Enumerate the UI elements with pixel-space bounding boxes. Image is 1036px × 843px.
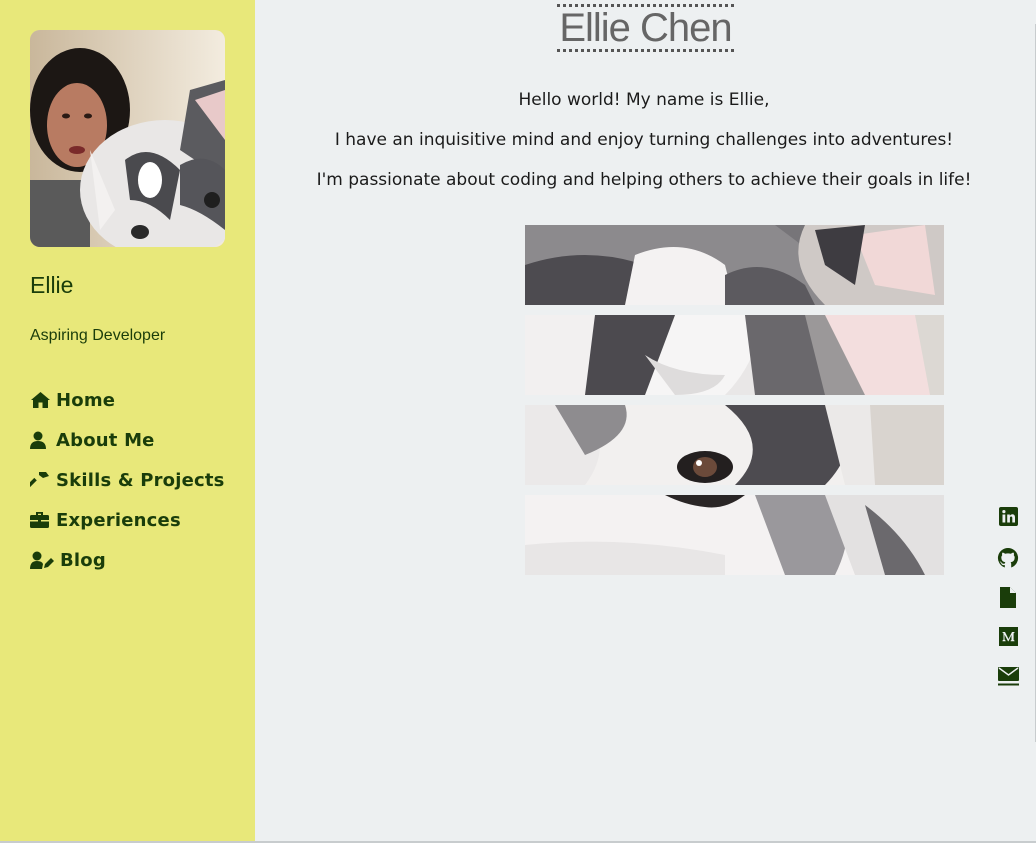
intro-text: Hello world! My name is Ellie, I have an…	[255, 88, 1033, 208]
profile-name: Ellie	[30, 272, 74, 298]
husky-photo-strip	[525, 315, 944, 395]
page-title: Ellie Chen	[255, 4, 1036, 52]
nav-label-about-me: About Me	[56, 429, 155, 451]
nav-item-home[interactable]: Home	[30, 380, 225, 420]
main-content: Ellie Chen Hello world! My name is Ellie…	[255, 0, 1036, 843]
intro-line: I'm passionate about coding and helping …	[316, 170, 972, 190]
resume-link[interactable]	[996, 587, 1020, 627]
profile-role: Aspiring Developer	[30, 327, 166, 344]
linkedin-icon	[998, 507, 1018, 530]
profile-photo	[30, 30, 225, 247]
github-link[interactable]	[996, 547, 1020, 587]
husky-photo-strip	[525, 405, 944, 485]
resume-file-icon	[1000, 587, 1016, 612]
email-icon	[997, 667, 1019, 690]
email-link[interactable]	[996, 667, 1020, 707]
nav-item-experiences[interactable]: Experiences	[30, 500, 225, 540]
nav-label-skills-projects: Skills & Projects	[56, 469, 225, 491]
sidebar: Ellie Aspiring Developer Home About Me S…	[0, 0, 255, 841]
medium-icon	[998, 627, 1018, 650]
husky-photo-strip	[525, 495, 944, 575]
social-links	[996, 507, 1020, 707]
nav-item-skills-projects[interactable]: Skills & Projects	[30, 460, 225, 500]
husky-photo-strips	[525, 225, 944, 585]
page-title-text: Ellie Chen	[557, 4, 734, 52]
intro-line: I have an inquisitive mind and enjoy tur…	[334, 130, 954, 150]
linkedin-link[interactable]	[996, 507, 1020, 547]
husky-photo-strip	[525, 225, 944, 305]
github-icon	[997, 547, 1019, 573]
user-edit-icon	[30, 549, 56, 571]
sidebar-nav: Home About Me Skills & Projects Experien…	[30, 380, 225, 580]
nav-label-experiences: Experiences	[56, 509, 181, 531]
nav-item-about-me[interactable]: About Me	[30, 420, 225, 460]
nav-item-blog[interactable]: Blog	[30, 540, 225, 580]
nav-label-blog: Blog	[60, 549, 106, 571]
user-icon	[30, 429, 52, 451]
nav-label-home: Home	[56, 389, 116, 411]
home-icon	[30, 389, 52, 411]
intro-line: Hello world! My name is Ellie,	[518, 90, 770, 110]
briefcase-icon	[30, 509, 52, 531]
hammer-icon	[30, 469, 52, 491]
medium-link[interactable]	[996, 627, 1020, 667]
